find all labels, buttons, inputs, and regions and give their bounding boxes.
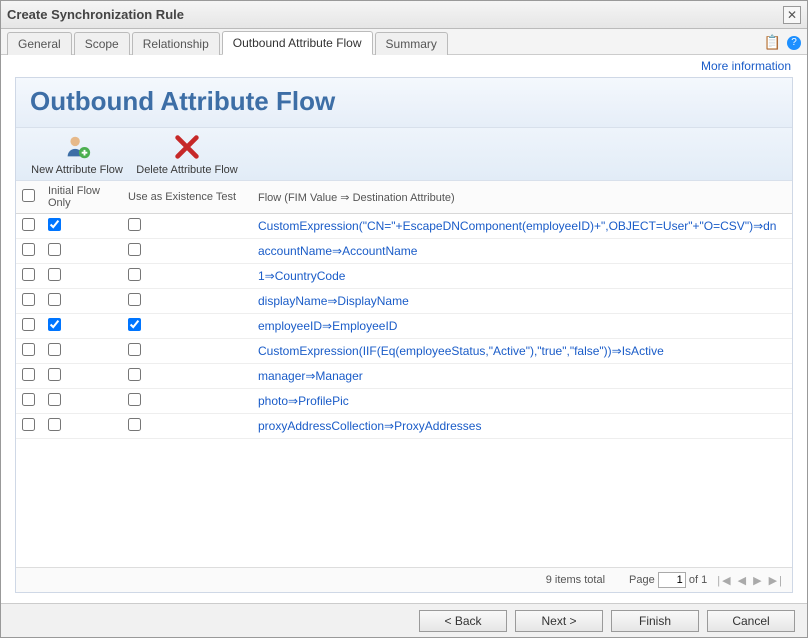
action-label: New Attribute Flow <box>31 164 123 176</box>
wizard-footer: < Back Next > Finish Cancel <box>1 603 807 637</box>
table-row[interactable]: CustomExpression("CN="+EscapeDNComponent… <box>16 214 792 239</box>
tab-relationship[interactable]: Relationship <box>132 32 220 55</box>
table-row[interactable]: 1⇒CountryCode <box>16 264 792 289</box>
use-as-existence-test-checkbox[interactable] <box>128 318 141 331</box>
col-initial-flow-only[interactable]: Initial Flow Only <box>42 181 122 214</box>
table-row[interactable]: proxyAddressCollection⇒ProxyAddresses <box>16 414 792 439</box>
flow-link[interactable]: 1⇒CountryCode <box>258 269 345 283</box>
tab-summary[interactable]: Summary <box>375 32 448 55</box>
flow-link[interactable]: photo⇒ProfilePic <box>258 394 349 408</box>
initial-flow-only-checkbox[interactable] <box>48 243 61 256</box>
row-select-checkbox[interactable] <box>22 293 35 306</box>
row-select-checkbox[interactable] <box>22 318 35 331</box>
table-row[interactable]: accountName⇒AccountName <box>16 239 792 264</box>
tab-label: Summary <box>386 37 437 51</box>
pager-nav: |◀ ◀ ▶ ▶| <box>717 574 784 587</box>
delete-attribute-flow-button[interactable]: Delete Attribute Flow <box>132 132 242 176</box>
col-flow[interactable]: Flow (FIM Value ⇒ Destination Attribute) <box>252 181 792 214</box>
tab-label: General <box>18 37 61 51</box>
initial-flow-only-checkbox[interactable] <box>48 218 61 231</box>
page-number-input[interactable] <box>658 572 686 588</box>
close-icon: ✕ <box>787 8 797 22</box>
use-as-existence-test-checkbox[interactable] <box>128 368 141 381</box>
back-button[interactable]: < Back <box>419 610 507 632</box>
initial-flow-only-checkbox[interactable] <box>48 393 61 406</box>
close-button[interactable]: ✕ <box>783 6 801 24</box>
use-as-existence-test-checkbox[interactable] <box>128 218 141 231</box>
flow-link[interactable]: CustomExpression("CN="+EscapeDNComponent… <box>258 219 776 233</box>
tab-scope[interactable]: Scope <box>74 32 130 55</box>
row-select-checkbox[interactable] <box>22 418 35 431</box>
next-button[interactable]: Next > <box>515 610 603 632</box>
flow-link[interactable]: displayName⇒DisplayName <box>258 294 409 308</box>
finish-button[interactable]: Finish <box>611 610 699 632</box>
row-select-checkbox[interactable] <box>22 343 35 356</box>
use-as-existence-test-checkbox[interactable] <box>128 393 141 406</box>
more-info-link[interactable]: More information <box>701 59 791 73</box>
tab-label: Relationship <box>143 37 209 51</box>
tab-label: Scope <box>85 37 119 51</box>
select-all-checkbox[interactable] <box>22 189 35 202</box>
totals-label: 9 items total <box>546 574 605 586</box>
tab-general[interactable]: General <box>7 32 72 55</box>
flow-link[interactable]: proxyAddressCollection⇒ProxyAddresses <box>258 419 481 433</box>
col-use-as-existence-test[interactable]: Use as Existence Test <box>122 181 252 214</box>
row-select-checkbox[interactable] <box>22 393 35 406</box>
row-select-checkbox[interactable] <box>22 243 35 256</box>
table-row[interactable]: displayName⇒DisplayName <box>16 289 792 314</box>
panel-title: Outbound Attribute Flow <box>30 86 778 117</box>
of-label: of 1 <box>689 574 707 586</box>
tab-outbound-attribute-flow[interactable]: Outbound Attribute Flow <box>222 31 373 55</box>
action-bar: New Attribute Flow Delete Attribute Flow <box>16 128 792 181</box>
last-page-icon[interactable]: ▶| <box>769 575 784 587</box>
flow-link[interactable]: accountName⇒AccountName <box>258 244 417 258</box>
use-as-existence-test-checkbox[interactable] <box>128 343 141 356</box>
initial-flow-only-checkbox[interactable] <box>48 268 61 281</box>
content-area: Outbound Attribute Flow New Attribute Fl… <box>1 73 807 603</box>
prev-page-icon[interactable]: ◀ <box>738 575 748 587</box>
table-row[interactable]: employeeID⇒EmployeeID <box>16 314 792 339</box>
initial-flow-only-checkbox[interactable] <box>48 418 61 431</box>
initial-flow-only-checkbox[interactable] <box>48 343 61 356</box>
page-label: Page <box>629 574 655 586</box>
initial-flow-only-checkbox[interactable] <box>48 368 61 381</box>
next-page-icon[interactable]: ▶ <box>753 575 763 587</box>
titlebar: Create Synchronization Rule ✕ <box>1 1 807 29</box>
row-select-checkbox[interactable] <box>22 218 35 231</box>
table-row[interactable]: photo⇒ProfilePic <box>16 389 792 414</box>
column-header-row: Initial Flow Only Use as Existence Test … <box>16 181 792 214</box>
dialog-window: Create Synchronization Rule ✕ General Sc… <box>0 0 808 638</box>
flow-link[interactable]: CustomExpression(IIF(Eq(employeeStatus,"… <box>258 344 664 358</box>
flow-link[interactable]: employeeID⇒EmployeeID <box>258 319 397 333</box>
clipboard-icon[interactable]: 📋 <box>764 34 781 51</box>
attribute-flow-grid: Initial Flow Only Use as Existence Test … <box>16 181 792 567</box>
help-icon[interactable]: ? <box>787 36 801 50</box>
use-as-existence-test-checkbox[interactable] <box>128 268 141 281</box>
pager: 9 items total Page of 1 |◀ ◀ ▶ ▶| <box>16 567 792 592</box>
attribute-flow-panel: Outbound Attribute Flow New Attribute Fl… <box>15 77 793 593</box>
more-info-row: More information <box>1 55 807 73</box>
table-row[interactable]: CustomExpression(IIF(Eq(employeeStatus,"… <box>16 339 792 364</box>
col-select <box>16 181 42 214</box>
delete-x-icon <box>172 132 202 162</box>
row-select-checkbox[interactable] <box>22 368 35 381</box>
action-label: Delete Attribute Flow <box>136 164 238 176</box>
use-as-existence-test-checkbox[interactable] <box>128 293 141 306</box>
first-page-icon[interactable]: |◀ <box>717 575 732 587</box>
use-as-existence-test-checkbox[interactable] <box>128 243 141 256</box>
initial-flow-only-checkbox[interactable] <box>48 293 61 306</box>
new-attribute-flow-button[interactable]: New Attribute Flow <box>22 132 132 176</box>
use-as-existence-test-checkbox[interactable] <box>128 418 141 431</box>
cancel-button[interactable]: Cancel <box>707 610 795 632</box>
table-row[interactable]: manager⇒Manager <box>16 364 792 389</box>
flow-link[interactable]: manager⇒Manager <box>258 369 363 383</box>
window-title: Create Synchronization Rule <box>7 7 783 22</box>
panel-header: Outbound Attribute Flow <box>16 78 792 128</box>
user-add-icon <box>62 132 92 162</box>
tabstrip: General Scope Relationship Outbound Attr… <box>1 29 807 55</box>
tab-label: Outbound Attribute Flow <box>233 36 362 50</box>
row-select-checkbox[interactable] <box>22 268 35 281</box>
initial-flow-only-checkbox[interactable] <box>48 318 61 331</box>
